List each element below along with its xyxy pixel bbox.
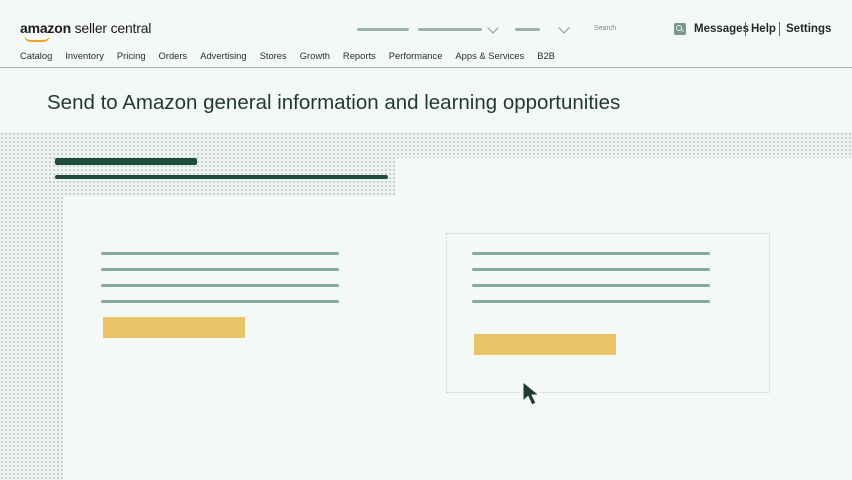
placeholder-menu-1[interactable] (357, 28, 409, 31)
section-subheading-placeholder (55, 175, 388, 179)
nav-item-inventory[interactable]: Inventory (65, 50, 104, 61)
nav-item-advertising[interactable]: Advertising (200, 50, 246, 61)
text-line-placeholder (101, 252, 339, 255)
logo-brand: amazon (20, 20, 71, 36)
text-line-placeholder (101, 300, 339, 303)
nav-item-growth[interactable]: Growth (300, 50, 330, 61)
main-nav: Catalog Inventory Pricing Orders Adverti… (20, 50, 568, 61)
text-line-placeholder (472, 300, 710, 303)
section-heading-placeholder (55, 158, 197, 165)
nav-item-b2b[interactable]: B2B (537, 50, 555, 61)
nav-item-catalog[interactable]: Catalog (20, 50, 52, 61)
mouse-cursor-icon (522, 380, 541, 406)
placeholder-menu-2[interactable] (418, 28, 482, 31)
placeholder-menu-3[interactable] (515, 28, 540, 31)
nav-item-pricing[interactable]: Pricing (117, 50, 146, 61)
settings-link[interactable]: Settings (786, 23, 831, 35)
learn-more-button[interactable] (103, 317, 245, 338)
help-link[interactable]: Help (751, 23, 776, 35)
content-panel-top (395, 158, 852, 198)
search-input[interactable]: Search (594, 25, 616, 32)
nav-item-reports[interactable]: Reports (343, 50, 376, 61)
divider (745, 22, 746, 36)
search-icon[interactable] (674, 23, 686, 35)
nav-item-stores[interactable]: Stores (260, 50, 287, 61)
chevron-down-icon[interactable] (558, 22, 570, 34)
learn-more-button[interactable] (474, 334, 616, 355)
text-line-placeholder (472, 268, 710, 271)
divider (779, 22, 780, 36)
text-line-placeholder (101, 268, 339, 271)
nav-item-apps-services[interactable]: Apps & Services (455, 50, 524, 61)
info-card (446, 233, 770, 393)
text-line-placeholder (472, 252, 710, 255)
text-line-placeholder (472, 284, 710, 287)
nav-item-performance[interactable]: Performance (389, 50, 443, 61)
nav-item-orders[interactable]: Orders (159, 50, 188, 61)
logo[interactable]: amazon seller central (20, 20, 152, 42)
page-title: Send to Amazon general information and l… (47, 91, 621, 114)
logo-text: seller central (70, 20, 152, 36)
chevron-down-icon[interactable] (487, 22, 499, 34)
top-header: amazon seller central Search Messages He… (0, 0, 852, 68)
text-line-placeholder (101, 284, 339, 287)
logo-smile-icon (24, 35, 50, 42)
messages-link[interactable]: Messages (694, 23, 749, 35)
